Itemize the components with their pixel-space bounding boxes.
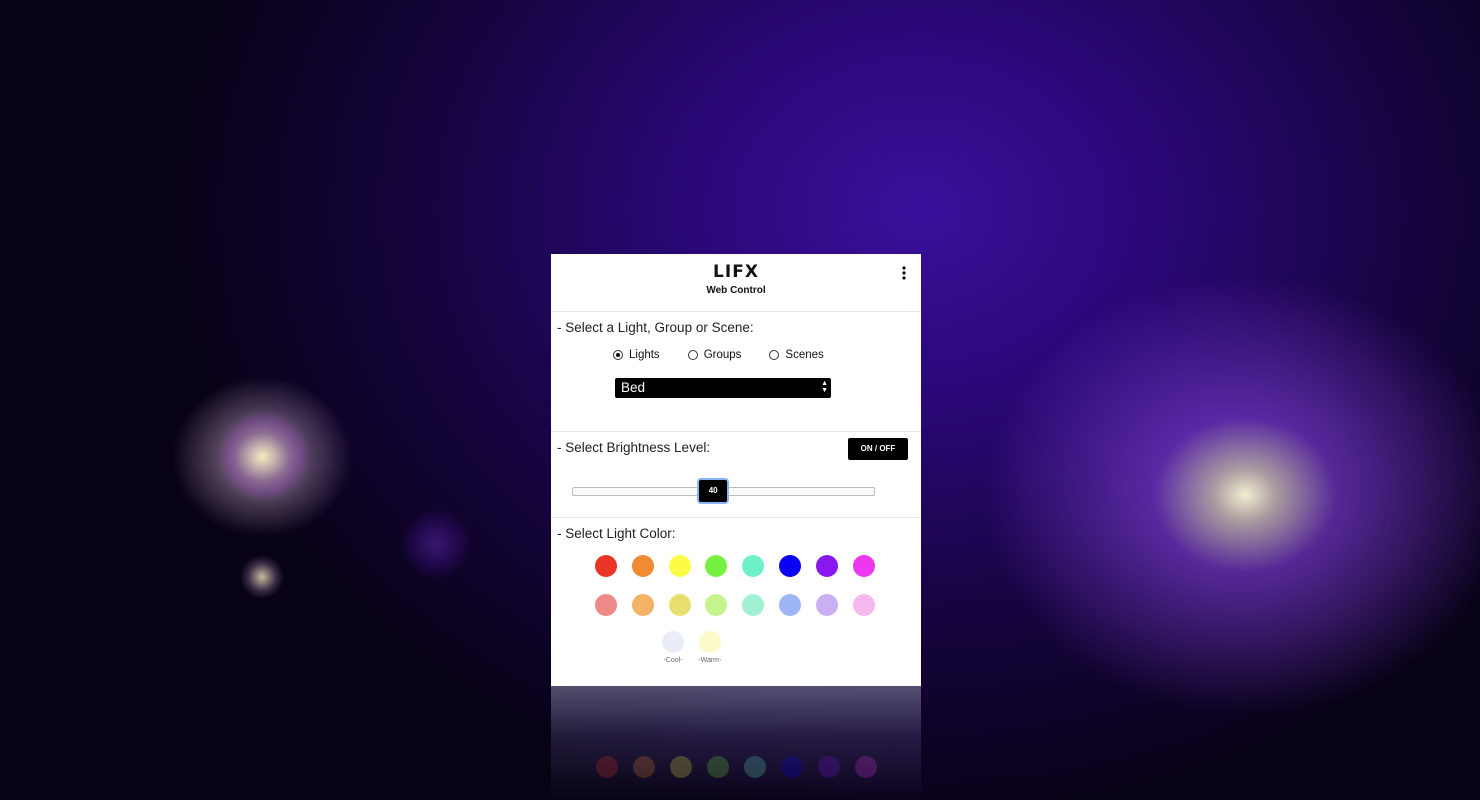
lens-flare-decoration — [218, 410, 310, 502]
radio-lights[interactable]: Lights — [613, 349, 660, 361]
reflection-dot-3 — [670, 756, 692, 778]
warm-white-swatch[interactable] — [698, 631, 721, 653]
white-tone-row: -Cool- -Warm- — [551, 631, 921, 664]
color-section: - Select Light Color: -Cool- -Warm- — [551, 518, 921, 664]
vertical-dots-icon — [902, 266, 906, 280]
pastel-color-swatch-4[interactable] — [705, 594, 728, 616]
pastel-color-swatch-3[interactable] — [668, 594, 691, 616]
lifx-control-panel: LIFX Web Control - Select a Light, Group… — [551, 254, 921, 686]
vivid-color-swatch-1[interactable] — [595, 555, 617, 577]
reflection-dot-2 — [633, 756, 655, 778]
brightness-slider-handle[interactable]: 40 — [699, 480, 728, 502]
brand-logo: LIFX — [713, 262, 759, 282]
vivid-color-swatch-8[interactable] — [852, 555, 875, 577]
radio-label: Lights — [629, 349, 660, 361]
pastel-color-swatch-6[interactable] — [778, 594, 801, 616]
panel-reflection — [551, 686, 921, 800]
color-palette — [551, 555, 921, 616]
target-select-section: - Select a Light, Group or Scene: Lights… — [551, 312, 921, 432]
vivid-color-swatch-4[interactable] — [705, 555, 728, 577]
radio-groups[interactable]: Groups — [687, 349, 742, 361]
updown-arrows-icon: ▲ ▼ — [821, 380, 828, 394]
reflection-dot-1 — [596, 756, 618, 778]
brightness-section: - Select Brightness Level: ON / OFF 40 — [551, 432, 921, 518]
vivid-color-swatch-2[interactable] — [631, 555, 654, 577]
vivid-color-row — [595, 555, 921, 577]
panel-header: LIFX Web Control — [551, 254, 921, 312]
color-section-title: - Select Light Color: — [557, 526, 676, 541]
reflection-color-row — [596, 756, 877, 778]
reflection-dot-5 — [744, 756, 766, 778]
target-type-radio-group: Lights Groups Scenes — [551, 349, 921, 361]
more-menu-icon[interactable] — [899, 264, 909, 282]
cool-white-label: -Cool- — [663, 657, 683, 664]
pastel-color-swatch-5[interactable] — [742, 594, 765, 616]
selected-light-value: Bed — [621, 380, 646, 395]
radio-button[interactable] — [687, 350, 698, 360]
radio-scenes[interactable]: Scenes — [769, 349, 824, 361]
vivid-color-swatch-7[interactable] — [815, 555, 838, 577]
reflection-dot-6 — [781, 756, 803, 778]
cool-white-option[interactable]: -Cool- — [662, 631, 684, 664]
radio-label: Scenes — [785, 349, 824, 361]
warm-white-option[interactable]: -Warm- — [698, 631, 722, 664]
pastel-color-swatch-8[interactable] — [852, 594, 875, 616]
reflection-dot-4 — [707, 756, 729, 778]
cool-white-swatch[interactable] — [662, 631, 684, 653]
pastel-color-swatch-7[interactable] — [815, 594, 838, 616]
vivid-color-swatch-6[interactable] — [778, 555, 801, 577]
app-subtitle: Web Control — [706, 285, 766, 296]
pastel-color-swatch-2[interactable] — [631, 594, 654, 616]
pastel-color-row — [595, 594, 921, 616]
target-section-title: - Select a Light, Group or Scene: — [557, 320, 754, 335]
radio-button[interactable] — [613, 350, 623, 360]
on-off-button[interactable]: ON / OFF — [848, 438, 908, 460]
reflection-dot-8 — [855, 756, 877, 778]
light-select-dropdown[interactable]: Bed ▲ ▼ — [615, 378, 831, 398]
warm-white-label: -Warm- — [698, 657, 722, 664]
pastel-color-swatch-1[interactable] — [595, 594, 617, 616]
radio-label: Groups — [703, 349, 742, 361]
reflection-dot-7 — [818, 756, 840, 778]
vivid-color-swatch-5[interactable] — [742, 555, 765, 577]
radio-button[interactable] — [769, 350, 780, 360]
vivid-color-swatch-3[interactable] — [668, 555, 691, 577]
